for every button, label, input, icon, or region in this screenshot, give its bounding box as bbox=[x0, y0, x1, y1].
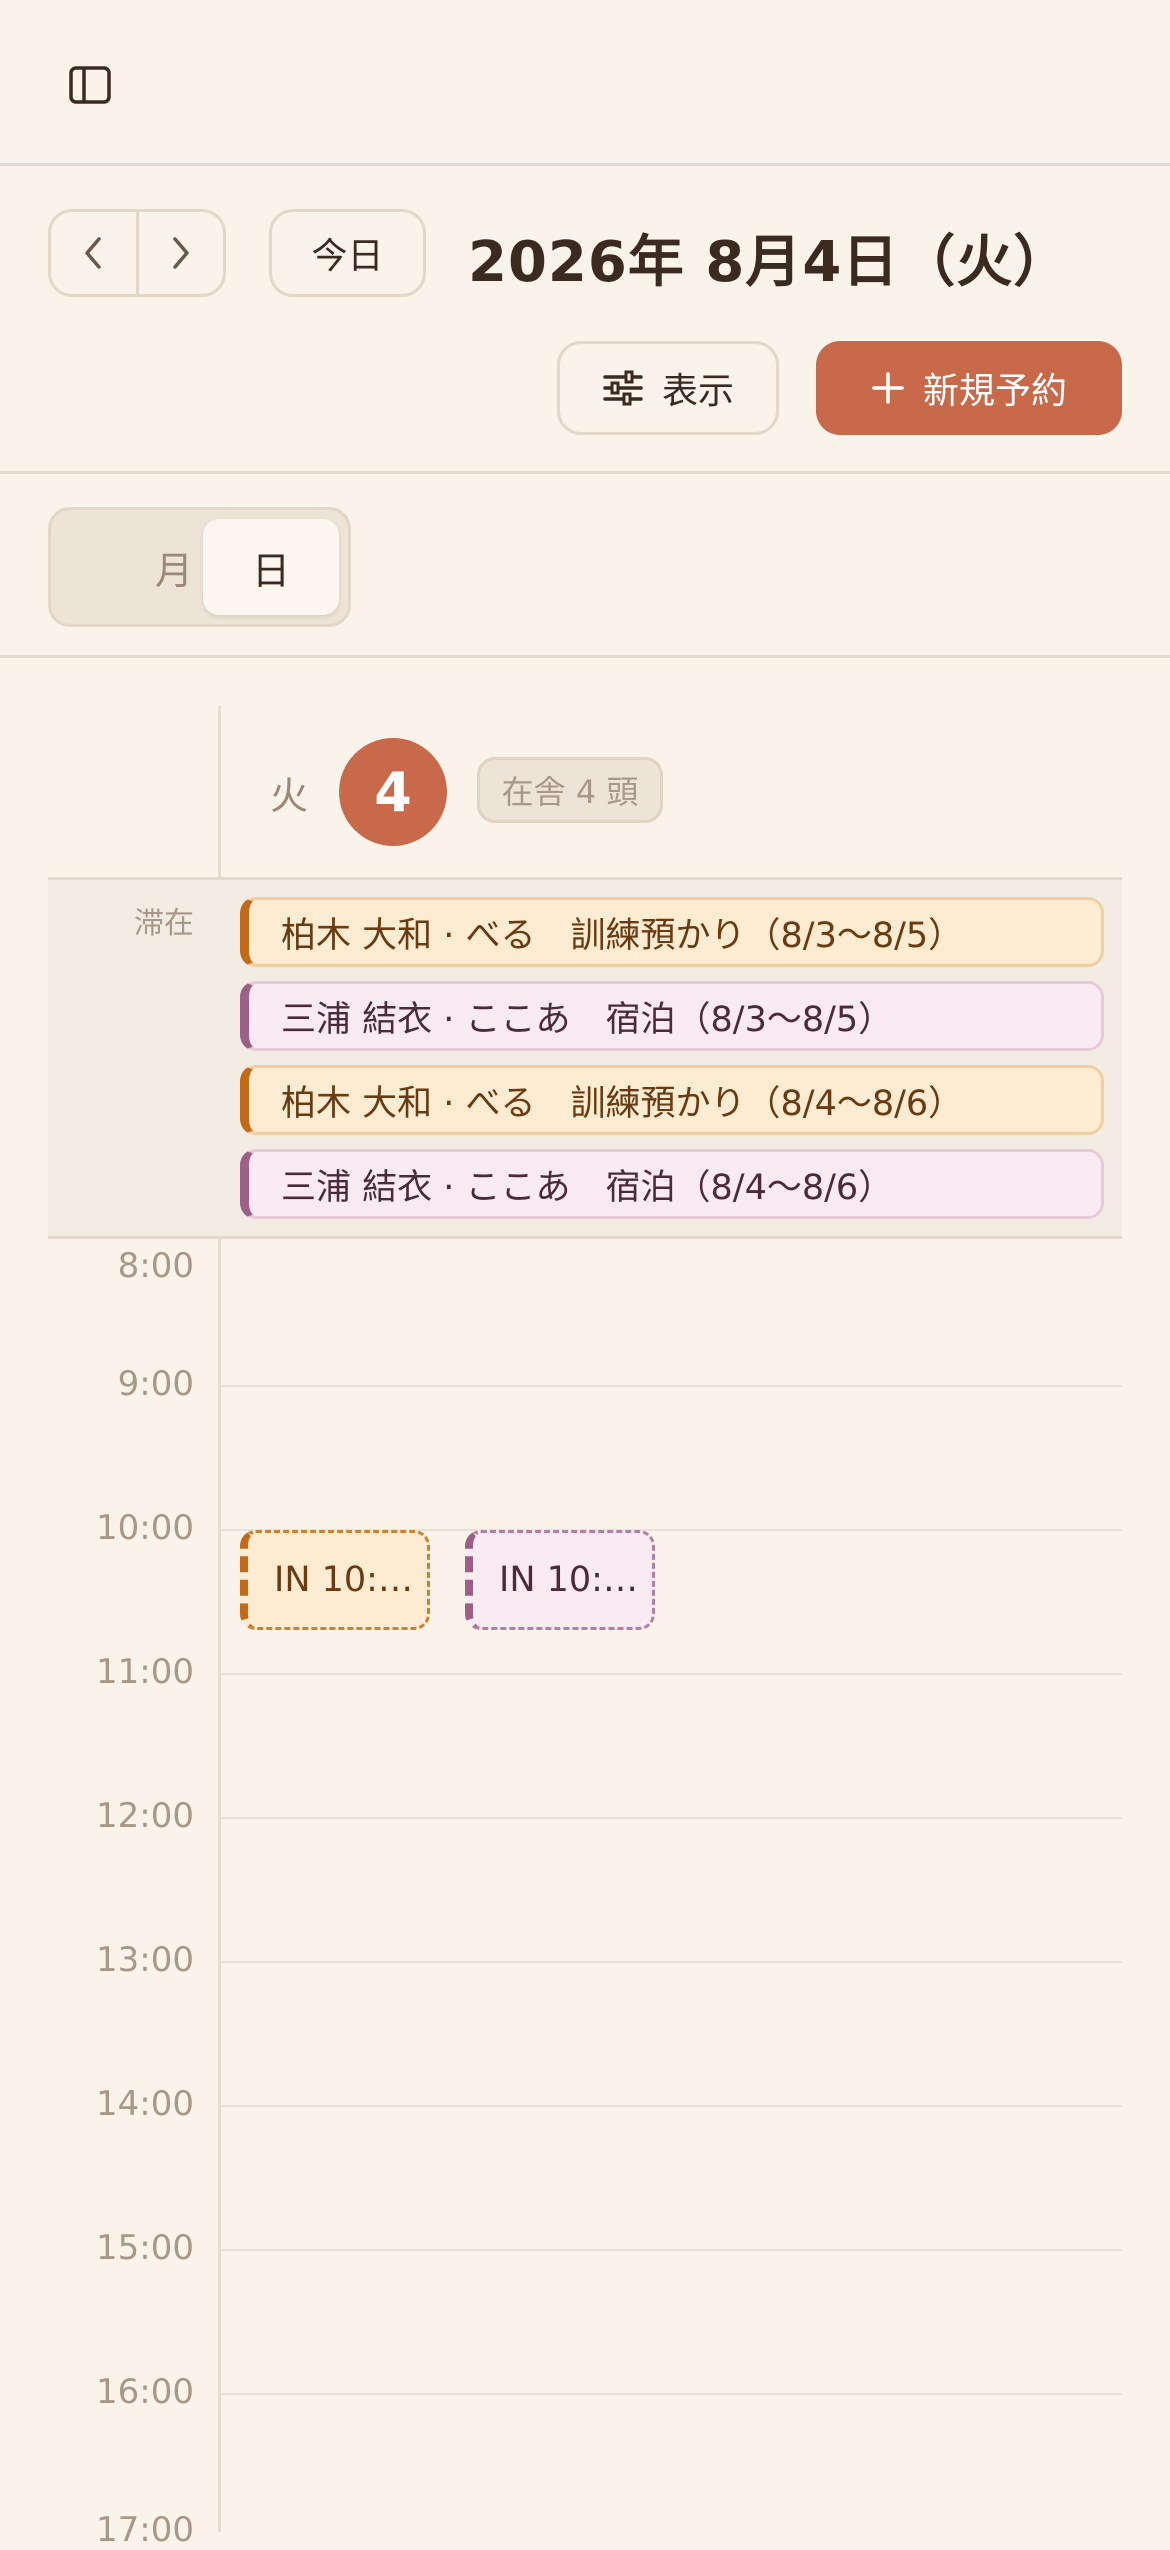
stay-event[interactable]: 柏木 大和 · べる 訓練預かり（8/3〜8/5） bbox=[240, 897, 1104, 967]
hour-label: 17:00 bbox=[96, 2510, 194, 2550]
calendar-toolbar: 今日 2026年 8月4日（火） 表示 新規予約 bbox=[0, 169, 1170, 474]
view-switch: 月 日 bbox=[48, 507, 351, 627]
day-number-badge[interactable]: 4 bbox=[339, 738, 447, 846]
hour-label: 13:00 bbox=[96, 1940, 194, 1980]
hour-line bbox=[221, 2249, 1122, 2251]
stay-event[interactable]: 柏木 大和 · べる 訓練預かり（8/4〜8/6） bbox=[240, 1065, 1104, 1135]
new-reservation-button[interactable]: 新規予約 bbox=[816, 341, 1122, 435]
stay-label: 滞在 bbox=[134, 906, 194, 941]
hour-label: 9:00 bbox=[117, 1364, 194, 1404]
hour-line bbox=[221, 1385, 1122, 1387]
occupancy-badge: 在舎 4 頭 bbox=[477, 757, 663, 823]
hour-line bbox=[221, 1817, 1122, 1819]
sidebar-toggle-icon[interactable] bbox=[62, 60, 118, 110]
hour-line bbox=[221, 2105, 1122, 2107]
weekday-label: 火 bbox=[270, 774, 309, 818]
view-switch-area: 月 日 bbox=[0, 477, 1170, 658]
hour-label: 15:00 bbox=[96, 2228, 194, 2268]
checkin-event[interactable]: IN 10:… bbox=[465, 1530, 655, 1630]
hour-line bbox=[221, 1673, 1122, 1675]
date-nav-group bbox=[48, 209, 226, 297]
next-day-button[interactable] bbox=[135, 212, 224, 294]
hour-label: 12:00 bbox=[96, 1796, 194, 1836]
hour-line bbox=[221, 2393, 1122, 2395]
stay-event[interactable]: 三浦 結衣 · ここあ 宿泊（8/3〜8/5） bbox=[240, 981, 1104, 1051]
plus-icon bbox=[872, 372, 904, 404]
view-options-button[interactable]: 表示 bbox=[557, 341, 779, 435]
top-bar bbox=[0, 0, 1170, 166]
prev-day-button[interactable] bbox=[51, 212, 136, 294]
hour-label: 11:00 bbox=[96, 1652, 194, 1692]
day-view-tab[interactable]: 日 bbox=[203, 519, 339, 615]
checkin-event[interactable]: IN 10:… bbox=[240, 1530, 430, 1630]
chevron-right-icon bbox=[173, 237, 189, 269]
hour-line bbox=[221, 1961, 1122, 1963]
hour-label: 10:00 bbox=[96, 1508, 194, 1548]
hour-label: 16:00 bbox=[96, 2372, 194, 2412]
page-title: 2026年 8月4日（火） bbox=[468, 230, 1071, 295]
today-button[interactable]: 今日 bbox=[269, 209, 426, 297]
chevron-left-icon bbox=[85, 237, 101, 269]
hour-label: 14:00 bbox=[96, 2084, 194, 2124]
sliders-icon bbox=[603, 370, 643, 406]
view-options-label: 表示 bbox=[661, 371, 734, 412]
stay-event[interactable]: 三浦 結衣 · ここあ 宿泊（8/4〜8/6） bbox=[240, 1149, 1104, 1219]
new-reservation-label: 新規予約 bbox=[922, 371, 1067, 412]
hour-label: 8:00 bbox=[117, 1246, 194, 1286]
